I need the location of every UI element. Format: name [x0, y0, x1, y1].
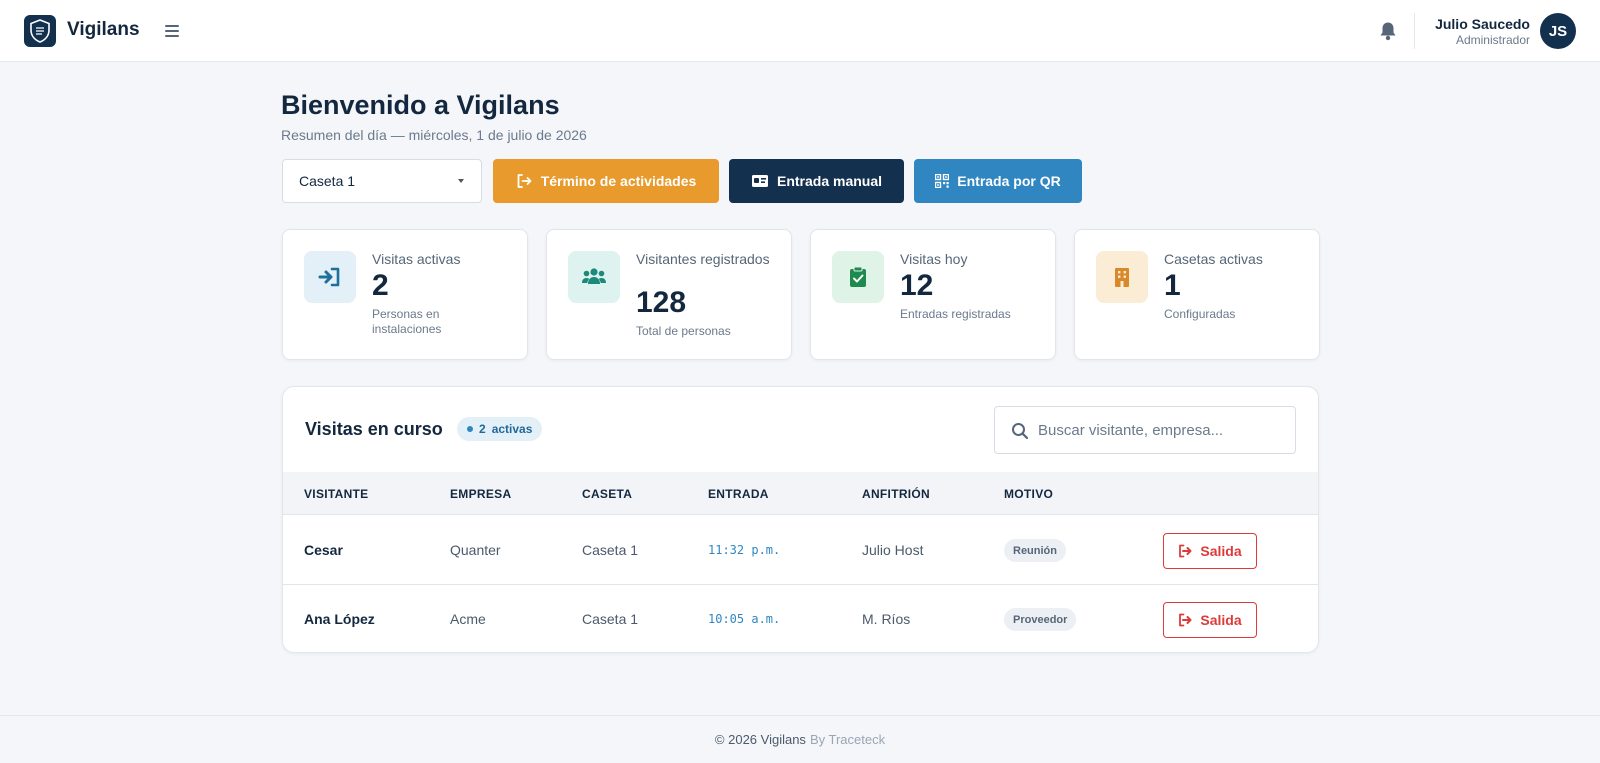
column-header[interactable]: CASETA [582, 487, 632, 501]
qr-code-icon [935, 174, 950, 188]
brand-name[interactable]: Vigilans [67, 19, 140, 41]
hamburger-menu-icon[interactable] [164, 20, 182, 42]
status-badge: 2 activas [457, 417, 543, 441]
column-header[interactable]: EMPRESA [450, 487, 511, 501]
sign-out-icon [517, 174, 532, 188]
header-divider [1414, 13, 1415, 49]
visitor-name: Ana López [304, 611, 375, 627]
company: Acme [450, 611, 486, 627]
footer-by[interactable]: By Traceteck [810, 732, 885, 747]
manual-entry-button[interactable]: Entrada manual [729, 159, 904, 203]
table-row[interactable]: Ana López Acme Caseta 1 10:05 a.m. M. Rí… [283, 585, 1318, 652]
footer: © 2026 Vigilans By Traceteck [0, 715, 1600, 763]
footer-copyright: © 2026 Vigilans [714, 732, 806, 747]
notification-bell-icon[interactable] [1379, 21, 1397, 41]
entry-time: 11:32 p.m. [708, 543, 781, 557]
end-activities-button[interactable]: Término de actividades [493, 159, 719, 203]
top-bar: Vigilans Julio Saucedo Administrador JS [0, 0, 1600, 62]
sign-in-icon [304, 251, 356, 303]
stat-label: Casetas activas [1164, 251, 1263, 267]
caseta: Caseta 1 [582, 542, 639, 558]
visits-panel: Visitas en curso 2 activas VISITANTE EMP… [282, 386, 1319, 653]
stat-value: 1 [1164, 269, 1181, 302]
exit-label: Salida [1200, 543, 1242, 559]
sign-out-icon [1179, 544, 1192, 558]
table-row[interactable]: Cesar Quanter Caseta 1 11:32 p.m. Julio … [283, 516, 1318, 585]
user-name[interactable]: Julio Saucedo [1435, 16, 1530, 32]
table-header: VISITANTE EMPRESA CASETA ENTRADA ANFITRI… [283, 472, 1318, 515]
entry-time: 10:05 a.m. [708, 612, 781, 626]
caseta-select-value: Caseta 1 [299, 173, 356, 189]
caret-down-icon [458, 179, 464, 183]
id-card-icon [751, 175, 768, 187]
reason-pill: Reunión [1004, 539, 1066, 562]
stat-label: Visitantes registrados [636, 251, 770, 267]
visitor-name: Cesar [304, 542, 343, 558]
stat-value: 12 [900, 269, 934, 302]
end-activities-label: Término de actividades [540, 173, 697, 189]
user-role: Administrador [1455, 33, 1530, 47]
search-field[interactable] [994, 406, 1296, 454]
stat-card-active-visits: Visitas activas 2 Personas en instalacio… [282, 229, 528, 360]
page-subtitle: Resumen del día — miércoles, 1 de julio … [281, 127, 587, 143]
exit-button[interactable]: Salida [1163, 602, 1257, 638]
stat-label: Visitas hoy [900, 251, 968, 267]
stat-card-visits-today: Visitas hoy 12 Entradas registradas [810, 229, 1056, 360]
stat-value: 2 [372, 269, 389, 302]
column-header[interactable]: ENTRADA [708, 487, 769, 501]
panel-title: Visitas en curso [305, 419, 443, 439]
qr-entry-button[interactable]: Entrada por QR [914, 159, 1082, 203]
exit-label: Salida [1200, 612, 1242, 628]
stat-sub: Total de personas [636, 324, 731, 338]
caseta-select[interactable]: Caseta 1 [282, 159, 482, 203]
caseta: Caseta 1 [582, 611, 639, 627]
building-icon [1096, 251, 1148, 303]
stat-sub: Entradas registradas [900, 307, 1011, 321]
host: M. Ríos [862, 611, 911, 627]
stat-label: Visitas activas [372, 251, 461, 267]
manual-entry-label: Entrada manual [776, 173, 883, 189]
sign-out-icon [1179, 613, 1192, 627]
dot-icon [467, 426, 473, 432]
host: Julio Host [862, 542, 924, 558]
reason-pill: Proveedor [1004, 608, 1077, 631]
stat-sub: Configuradas [1164, 307, 1236, 321]
users-icon [568, 251, 620, 303]
avatar[interactable]: JS [1540, 13, 1576, 49]
stat-card-active-casetas: Casetas activas 1 Configuradas [1074, 229, 1320, 360]
page-title: Bienvenido a Vigilans [281, 90, 560, 120]
qr-entry-label: Entrada por QR [957, 173, 1061, 189]
shield-logo-icon[interactable] [24, 15, 56, 47]
exit-button[interactable]: Salida [1163, 533, 1257, 569]
stat-sub: Personas en instalaciones [372, 307, 442, 336]
stat-card-registered-visitors: Visitantes registrados 128 Total de pers… [546, 229, 792, 360]
column-header[interactable]: VISITANTE [304, 487, 368, 501]
column-header[interactable]: MOTIVO [1004, 487, 1053, 501]
stat-value: 128 [636, 286, 687, 319]
search-input[interactable] [1038, 407, 1288, 453]
column-header[interactable]: ANFITRIÓN [862, 487, 930, 501]
company: Quanter [450, 542, 501, 558]
badge-label: activas [491, 422, 533, 436]
badge-count: 2 [479, 422, 486, 436]
clipboard-check-icon [832, 251, 884, 303]
search-icon [1012, 423, 1029, 440]
